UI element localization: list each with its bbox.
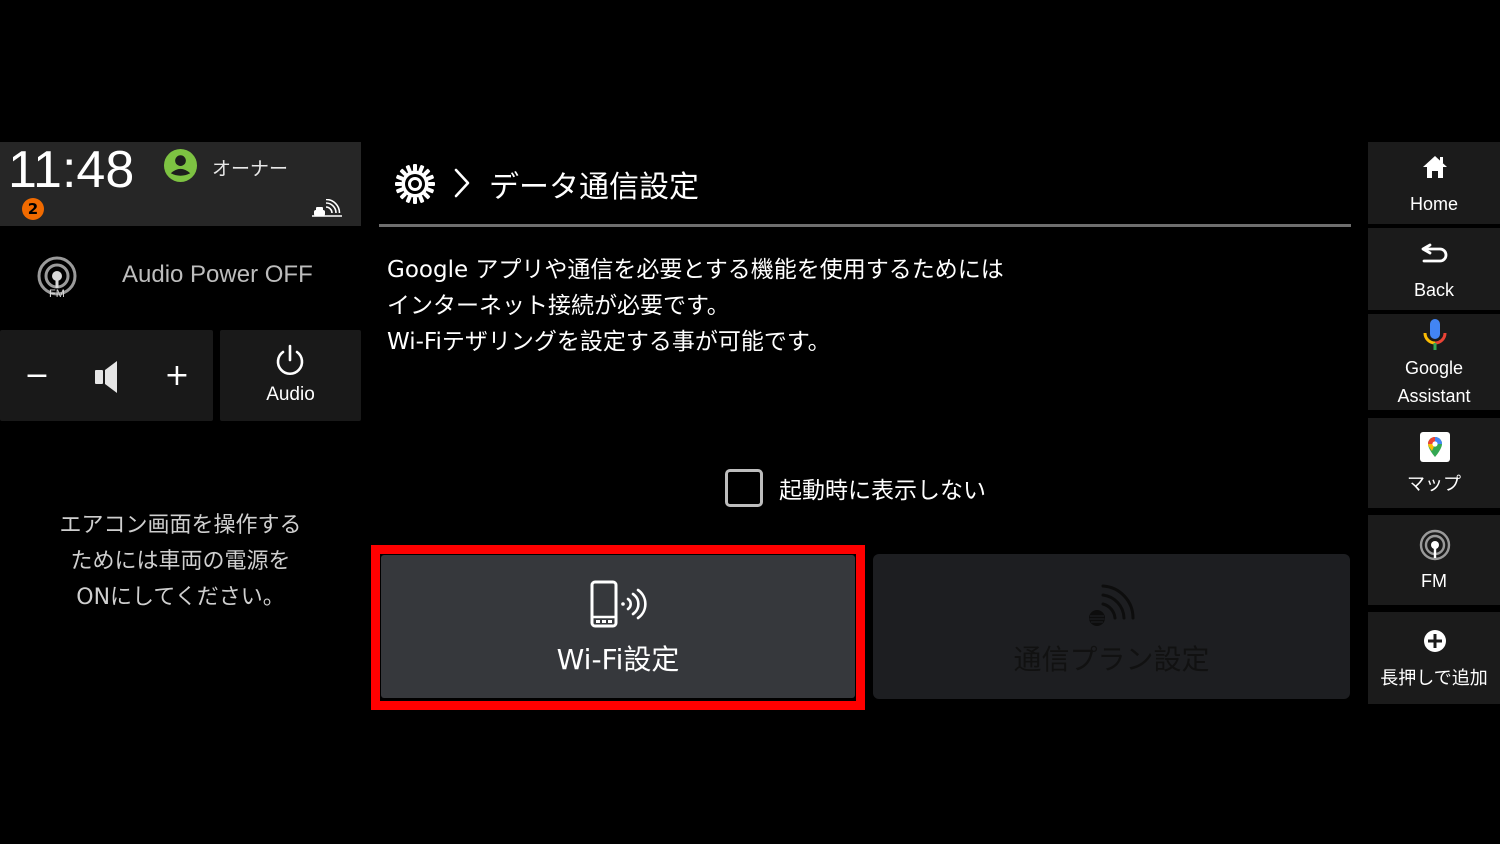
description-line: Google アプリや通信を必要とする機能を使用するためには: [387, 257, 1004, 283]
fm-radio-icon: FM: [37, 256, 77, 300]
rail-google-assistant-label-2: Assistant: [1397, 386, 1471, 406]
wifi-settings-label: Wi-Fi設定: [556, 643, 680, 676]
climate-message-line: ためには車両の電源を: [70, 549, 291, 574]
phone-wifi-icon: [590, 580, 647, 628]
climate-message-line: エアコン画面を操作する: [59, 513, 302, 538]
rail-add-shortcut-button[interactable]: 長押しで追加: [1368, 612, 1500, 704]
rail-google-assistant-label-1: Google: [1404, 358, 1464, 378]
svg-text:FM: FM: [49, 288, 65, 300]
climate-message: エアコン画面を操作する ためには車両の電源を ONにしてください。: [0, 508, 361, 616]
volume-down-button[interactable]: −: [12, 350, 62, 402]
google-maps-icon: [1420, 432, 1450, 462]
power-icon: [276, 344, 304, 375]
owner-avatar-icon[interactable]: [163, 148, 198, 183]
carrier-signal-icon: [1089, 584, 1135, 626]
page-title: データ通信設定: [489, 170, 699, 205]
description-line: インターネット接続が必要です。: [387, 293, 730, 319]
rail-fm-label: FM: [1421, 571, 1447, 591]
settings-gear-icon[interactable]: [393, 162, 437, 206]
speaker-icon[interactable]: [92, 358, 124, 396]
header-divider: [379, 224, 1351, 227]
audio-power-label: Audio: [266, 384, 315, 405]
connected-car-icon: [312, 199, 342, 217]
google-assistant-mic-icon: [1423, 319, 1447, 350]
checkbox-label: 起動時に表示しない: [779, 478, 986, 504]
clock: 11:48: [8, 141, 135, 199]
rail-home-label: Home: [1409, 194, 1458, 214]
audio-power-status: Audio Power OFF: [122, 261, 313, 288]
dont-show-on-startup-checkbox[interactable]: [725, 469, 763, 507]
rail-google-assistant-button[interactable]: Google Assistant: [1368, 314, 1500, 410]
fm-radio-icon: [1419, 529, 1451, 561]
back-arrow-icon: [1421, 243, 1448, 263]
rail-back-button[interactable]: Back: [1368, 228, 1500, 310]
notification-badge[interactable]: 2: [22, 198, 44, 220]
add-circle-icon: [1424, 630, 1446, 652]
breadcrumb-chevron-icon: [454, 168, 470, 198]
rail-maps-label: マップ: [1407, 474, 1461, 494]
rail-fm-button[interactable]: FM: [1368, 515, 1500, 605]
climate-message-line: ONにしてください。: [76, 585, 285, 610]
rail-add-shortcut-label: 長押しで追加: [1380, 668, 1488, 688]
description-text: Google アプリや通信を必要とする機能を使用するためには インターネット接続…: [387, 252, 1004, 360]
description-line: Wi-Fiテザリングを設定する事が可能です。: [387, 329, 831, 355]
owner-name[interactable]: オーナー: [212, 154, 288, 181]
home-icon: [1423, 156, 1447, 178]
data-plan-settings-label: 通信プラン設定: [1013, 643, 1210, 676]
rail-back-label: Back: [1413, 280, 1455, 300]
volume-up-button[interactable]: +: [152, 350, 202, 402]
rail-home-button[interactable]: Home: [1368, 142, 1500, 224]
rail-maps-button[interactable]: マップ: [1368, 418, 1500, 508]
dont-show-on-startup-option[interactable]: 起動時に表示しない: [725, 468, 986, 508]
